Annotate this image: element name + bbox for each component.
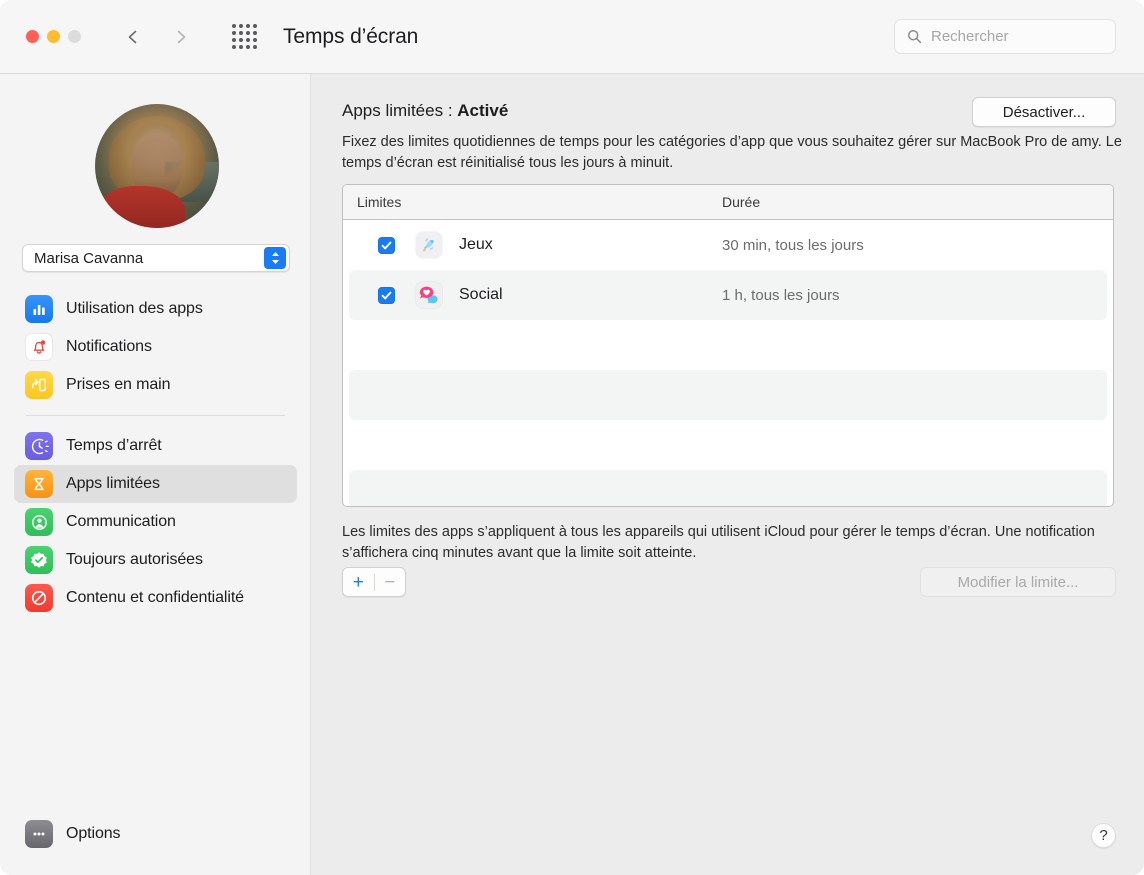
table-row-empty [349,320,1107,370]
sidebar-item-app-usage[interactable]: Utilisation des apps [14,290,297,328]
sidebar-item-app-limits[interactable]: Apps limitées [14,465,297,503]
sidebar-item-downtime[interactable]: Temps d’arrêt [14,427,297,465]
minimize-window-button[interactable] [47,30,60,43]
table-row[interactable]: Jeux 30 min, tous les jours [349,220,1107,270]
table-row-empty [349,420,1107,470]
sidebar-item-label: Toujours autorisées [66,551,203,568]
sidebar-options-row: Options [14,815,297,853]
sidebar-item-label: Prises en main [66,376,171,393]
sidebar-divider [26,415,285,416]
table-body: Jeux 30 min, tous les jours Social 1 h, … [343,220,1113,506]
window-toolbar: Temps d’écran [0,0,1144,74]
help-button[interactable]: ? [1091,823,1116,848]
search-field[interactable] [894,19,1116,54]
table-header: Limites Durée [343,185,1113,220]
sidebar-item-pickups[interactable]: Prises en main [14,366,297,404]
bell-icon [25,333,53,361]
sidebar: Marisa Cavanna Utilisation des apps Noti… [0,74,311,875]
status-prefix: Apps limitées : [342,101,458,120]
chevron-right-icon[interactable] [172,28,190,46]
sidebar-item-always-allowed[interactable]: Toujours autorisées [14,541,297,579]
add-remove-segmented-control: + − [342,567,406,597]
chevron-up-down-icon[interactable] [264,247,286,269]
sidebar-item-notifications[interactable]: Notifications [14,328,297,366]
row-duration: 30 min, tous les jours [722,236,864,254]
downtime-icon [25,432,53,460]
chevron-left-icon[interactable] [124,28,142,46]
pickups-icon [25,371,53,399]
row-name: Social [459,286,503,303]
row-duration: 1 h, tous les jours [722,286,840,304]
sidebar-item-label: Contenu et confidentialité [66,589,244,606]
close-window-button[interactable] [26,30,39,43]
column-header-duration: Durée [722,194,761,210]
navigation-buttons [124,28,190,46]
add-limit-button[interactable]: + [343,573,374,592]
app-usage-icon [25,295,53,323]
sidebar-item-communication[interactable]: Communication [14,503,297,541]
sidebar-item-label: Apps limitées [66,475,160,492]
always-allowed-icon [25,546,53,574]
table-row-empty [349,370,1107,420]
row-checkbox[interactable] [378,286,395,304]
footer-note: Les limites des apps s’appliquent à tous… [342,524,1095,561]
page-title: Apps limitées : Activé [342,101,508,121]
sidebar-item-label: Notifications [66,338,152,355]
sidebar-item-label: Options [66,825,121,842]
sidebar-item-label: Communication [66,513,176,530]
selected-user-name: Marisa Cavanna [34,249,144,267]
show-all-preferences-icon[interactable] [232,24,257,49]
hourglass-icon [25,470,53,498]
row-name: Jeux [459,236,493,253]
status-value: Activé [457,101,509,120]
search-icon [907,29,922,44]
table-row-empty [349,470,1107,506]
window-title: Temps d’écran [283,24,419,48]
disable-button[interactable]: Désactiver... [972,97,1116,127]
avatar-shirt [101,186,185,228]
rocket-icon [416,232,442,258]
sidebar-item-label: Temps d’arrêt [66,437,162,454]
remove-limit-button[interactable]: − [375,573,406,592]
column-header-limits: Limites [357,194,402,210]
user-select-popup[interactable]: Marisa Cavanna [22,244,290,272]
ellipsis-icon [25,820,53,848]
row-checkbox[interactable] [378,236,395,254]
content-privacy-icon [25,584,53,612]
page-description: Fixez des limites quotidiennes de temps … [342,134,1122,171]
sidebar-item-content-privacy[interactable]: Contenu et confidentialité [14,579,297,617]
traffic-lights [26,30,81,43]
social-chat-icon [416,282,442,308]
edit-limit-button[interactable]: Modifier la limite... [920,567,1116,597]
zoom-window-button[interactable] [68,30,81,43]
limits-table: Limites Durée Jeux 30 min, tous les jour… [342,184,1114,507]
screen-time-preferences-window: Temps d’écran Marisa Cavanna [0,0,1144,875]
table-row[interactable]: Social 1 h, tous les jours [349,270,1107,320]
communication-icon [25,508,53,536]
sidebar-item-label: Utilisation des apps [66,300,203,317]
main-content: Apps limitées : Activé Désactiver... Fix… [312,74,1144,875]
sidebar-nav: Utilisation des apps Notifications Prise… [14,290,297,617]
sidebar-item-options[interactable]: Options [14,815,297,853]
search-input[interactable] [931,28,1101,45]
avatar[interactable] [95,104,219,228]
